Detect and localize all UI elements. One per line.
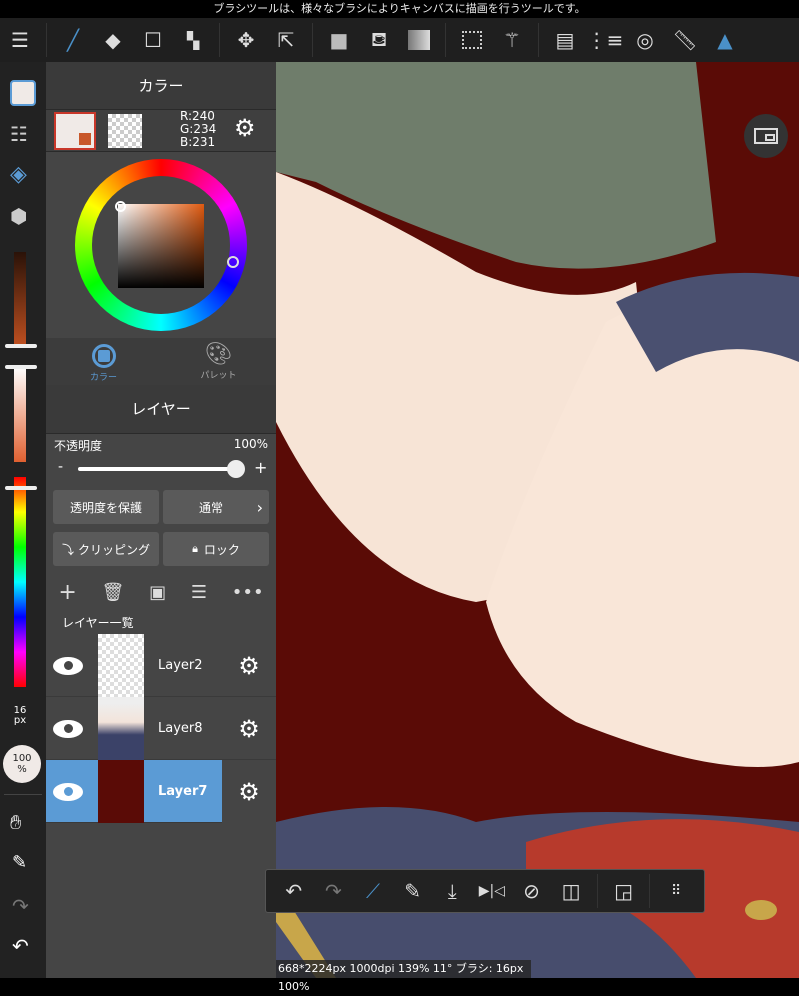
layer-panel-icon[interactable]: ▤	[545, 18, 585, 62]
palette-icon: 🎨︎	[204, 342, 233, 367]
left-strip: ☷ ◈ ⬢ 16 px 100% ✋︎ ✎ ↷ ↶	[0, 62, 46, 978]
ruler-icon[interactable]: 📏︎	[665, 18, 705, 62]
redo-icon[interactable]: ↷	[314, 869, 354, 913]
select-list-icon[interactable]: ⋮≡	[585, 18, 625, 62]
eye-icon[interactable]	[46, 634, 90, 697]
save-download-icon[interactable]: ⤓	[432, 869, 472, 913]
color-tab-icon	[91, 344, 116, 368]
color-panel-icon[interactable]	[10, 80, 36, 106]
select-icon[interactable]	[452, 18, 492, 62]
pen-settings-icon[interactable]: ▲	[705, 18, 745, 62]
color-settings-gear-icon[interactable]: ⚙	[234, 114, 256, 142]
quick-toolbar: ↶ ↷ ⟋ ✎ ⤓ ▶|◁ ⊘ ◫ ◲ ⠿	[265, 869, 705, 913]
layer-list: Layer2 ⚙ Layer8 ⚙ Layer7 ⚙	[46, 634, 276, 824]
slider-handle[interactable]	[5, 486, 37, 490]
slider-handle[interactable]	[5, 344, 37, 348]
drawing-canvas[interactable]	[276, 62, 799, 978]
chevron-right-icon: ›	[256, 497, 263, 517]
color-panel-title: カラー	[46, 62, 276, 110]
rgb-readout: R:240 G:234 B:231	[180, 109, 217, 149]
image-layer-icon[interactable]: ▣	[149, 582, 166, 603]
layers-icon[interactable]: ◈	[10, 162, 27, 187]
fullscreen-toggle-icon[interactable]	[744, 114, 788, 158]
protect-alpha-button[interactable]: 透明度を保護	[53, 490, 159, 524]
top-toolbar: ☰ ╱ ◆ ☐ ▚ ✥ ⇱ ■ ⛾ ⚚ ▤ ⋮≡ ◎ 📏︎ ▲	[0, 18, 799, 62]
side-panel: カラー R:240 G:234 B:231 ⚙ カラー 🎨︎ パレット レイヤー 不…	[46, 62, 276, 978]
more-icon[interactable]: •••	[232, 582, 264, 603]
eraser-icon[interactable]: ◆	[93, 18, 133, 62]
layer-row[interactable]: Layer2 ⚙	[46, 634, 276, 697]
eye-icon[interactable]	[46, 760, 90, 823]
primary-color-swatch[interactable]	[54, 112, 96, 150]
dot-icon[interactable]: ▚	[173, 18, 213, 62]
undo-icon[interactable]: ↶	[274, 869, 314, 913]
eyedropper-icon[interactable]: ✎	[393, 869, 433, 913]
delete-layer-icon[interactable]: 🗑︎	[102, 582, 125, 603]
transform-icon[interactable]: ⇱	[266, 18, 306, 62]
brush-size-readout[interactable]: 16 px	[0, 706, 40, 726]
layer-list-icon[interactable]: ☷	[10, 122, 28, 146]
add-layer-icon[interactable]: +	[58, 580, 76, 605]
layer-settings-gear-icon[interactable]: ⚙	[232, 634, 266, 697]
eye-icon[interactable]	[46, 697, 90, 760]
materials-icon[interactable]: ⬢	[10, 204, 27, 228]
brush-size-slider[interactable]	[14, 252, 26, 347]
gradient-icon[interactable]	[399, 18, 439, 62]
opacity-value: 100%	[233, 437, 268, 451]
redo-icon[interactable]: ↷	[12, 894, 29, 918]
undo-icon[interactable]: ↶	[12, 934, 29, 958]
opacity-readout[interactable]: 100%	[3, 745, 41, 783]
lock-icon: 🔒︎	[192, 542, 198, 555]
transparent-color-swatch[interactable]	[108, 114, 142, 148]
status-bar: 668*2224px 1000dpi 139% 11° ブラシ: 16px 10…	[276, 960, 531, 993]
fill-rect-icon[interactable]: ■	[319, 18, 359, 62]
eyedropper-icon[interactable]: ✎	[12, 852, 27, 873]
opacity-minus[interactable]: -	[58, 459, 63, 475]
layer-row[interactable]: Layer8 ⚙	[46, 697, 276, 760]
opacity-label: 不透明度	[54, 439, 103, 453]
divider	[4, 794, 42, 795]
clipping-button[interactable]: ⤵ クリッピング	[53, 532, 159, 566]
hue-slider[interactable]	[14, 477, 26, 687]
opacity-plus[interactable]: +	[254, 458, 267, 477]
bucket-icon[interactable]: ⛾	[359, 18, 399, 62]
layer-panel-title: レイヤー	[46, 385, 276, 434]
tab-color[interactable]: カラー	[46, 338, 161, 385]
clipping-icon: ⤵	[61, 542, 74, 557]
layer-settings-gear-icon[interactable]: ⚙	[232, 760, 266, 823]
hue-cursor[interactable]	[227, 256, 239, 268]
menu-icon[interactable]: ☰	[0, 18, 40, 62]
rectangle-icon[interactable]: ☐	[133, 18, 173, 62]
sv-cursor[interactable]	[115, 201, 126, 212]
artwork	[276, 62, 799, 978]
flip-horizontal-icon[interactable]: ▶|◁	[472, 869, 512, 913]
brush-eraser-toggle-icon[interactable]: ⟋	[353, 869, 393, 913]
hand-icon[interactable]: ✋︎	[10, 810, 21, 834]
lock-button[interactable]: 🔒︎ ロック	[163, 532, 269, 566]
layer-actions: + 🗑︎ ▣ ☰ •••	[46, 577, 276, 607]
layer-row-selected[interactable]: Layer7	[46, 760, 222, 823]
grid-handle-icon[interactable]: ⠿	[656, 869, 696, 913]
opacity-slider-knob[interactable]	[227, 460, 245, 478]
layer-settings-gear-icon[interactable]: ⚙	[232, 697, 266, 760]
reset-rotation-icon[interactable]: ⊘	[512, 869, 552, 913]
tool-hint: ブラシツールは、様々なブラシによりキャンバスに描画を行うツールです。	[0, 0, 799, 18]
magic-wand-icon[interactable]: ⚚	[492, 18, 532, 62]
brush-icon[interactable]: ╱	[53, 18, 93, 62]
layer-thumbnail	[98, 634, 144, 697]
layer-opacity-slider[interactable]	[78, 467, 238, 471]
layer-thumbnail	[98, 760, 144, 823]
layer-thumbnail	[98, 697, 144, 760]
blend-mode-button[interactable]: 通常 ›	[163, 490, 269, 524]
share-icon[interactable]: ◲	[604, 869, 644, 913]
clear-layer-icon[interactable]: ◫	[551, 869, 591, 913]
opacity-slider[interactable]	[14, 367, 26, 462]
snap-icon[interactable]: ◎	[625, 18, 665, 62]
layer-menu-list-icon[interactable]: ☰	[191, 582, 207, 603]
move-icon[interactable]: ✥	[226, 18, 266, 62]
saturation-value-square[interactable]	[118, 204, 204, 288]
tab-palette[interactable]: 🎨︎ パレット	[161, 338, 276, 385]
layer-list-title: レイヤー一覧	[62, 616, 134, 630]
slider-handle[interactable]	[5, 365, 37, 369]
